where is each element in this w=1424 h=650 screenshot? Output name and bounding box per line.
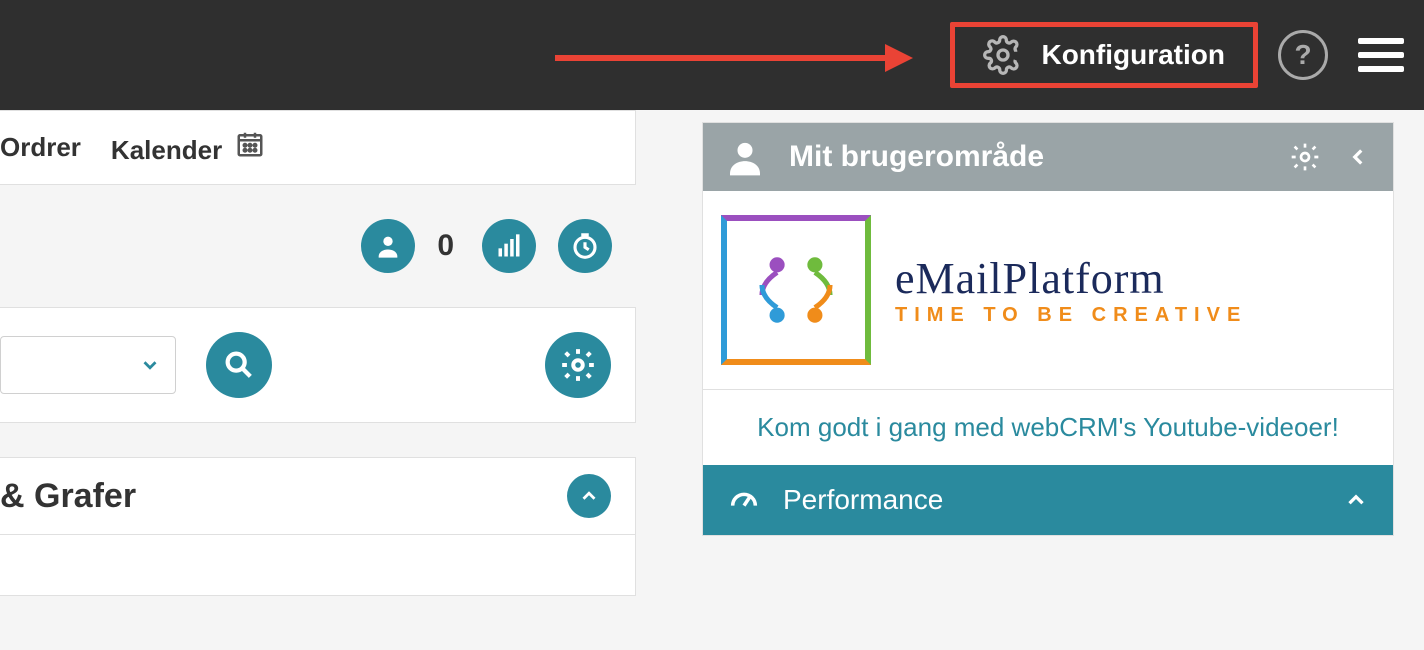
main-column: Ordrer Kalender 0 [0,110,636,596]
chevron-up-icon [1343,487,1369,513]
config-button[interactable]: Konfiguration [950,22,1258,88]
gauge-icon [727,483,761,517]
stats-row: 0 [0,185,636,307]
panel-gear-icon[interactable] [1289,141,1321,173]
collapse-button[interactable] [567,474,611,518]
user-panel: Mit brugerområde eMailPlatform [702,122,1394,536]
logo-area: eMailPlatform TIME TO BE CREATIVE [703,191,1393,389]
settings-button[interactable] [545,332,611,398]
logo-line1: eMailPlatform [895,253,1247,304]
user-panel-header: Mit brugerområde [703,123,1393,191]
timer-stat-icon[interactable] [558,219,612,273]
config-label: Konfiguration [1041,39,1225,71]
gear-icon [983,35,1023,75]
logo-text: eMailPlatform TIME TO BE CREATIVE [895,253,1247,327]
user-count: 0 [437,229,454,263]
chevron-down-icon [139,354,161,376]
youtube-link[interactable]: Kom godt i gang med webCRM's Youtube-vid… [757,412,1339,442]
graphs-panel: & Grafer [0,457,636,596]
graphs-title: & Grafer [0,477,136,516]
calendar-icon [235,129,265,159]
filter-panel [0,307,636,423]
nav-calendar[interactable]: Kalender [111,129,266,166]
nav-strip: Ordrer Kalender [0,110,636,185]
user-icon [725,137,765,177]
logo-mark [721,215,871,365]
annotation-arrow [555,44,913,72]
menu-button[interactable] [1358,38,1404,72]
collapse-right-icon[interactable] [1345,144,1371,170]
nav-orders[interactable]: Ordrer [0,132,81,163]
user-panel-title: Mit brugerområde [789,140,1044,174]
logo-line2: TIME TO BE CREATIVE [895,304,1247,327]
performance-label: Performance [783,484,943,516]
help-button[interactable]: ? [1278,30,1328,80]
filter-dropdown[interactable] [0,336,176,394]
user-stat-icon[interactable] [361,219,415,273]
chart-stat-icon[interactable] [482,219,536,273]
search-button[interactable] [206,332,272,398]
youtube-link-row: Kom godt i gang med webCRM's Youtube-vid… [703,389,1393,465]
performance-header[interactable]: Performance [703,465,1393,535]
top-bar: Konfiguration ? [0,0,1424,110]
